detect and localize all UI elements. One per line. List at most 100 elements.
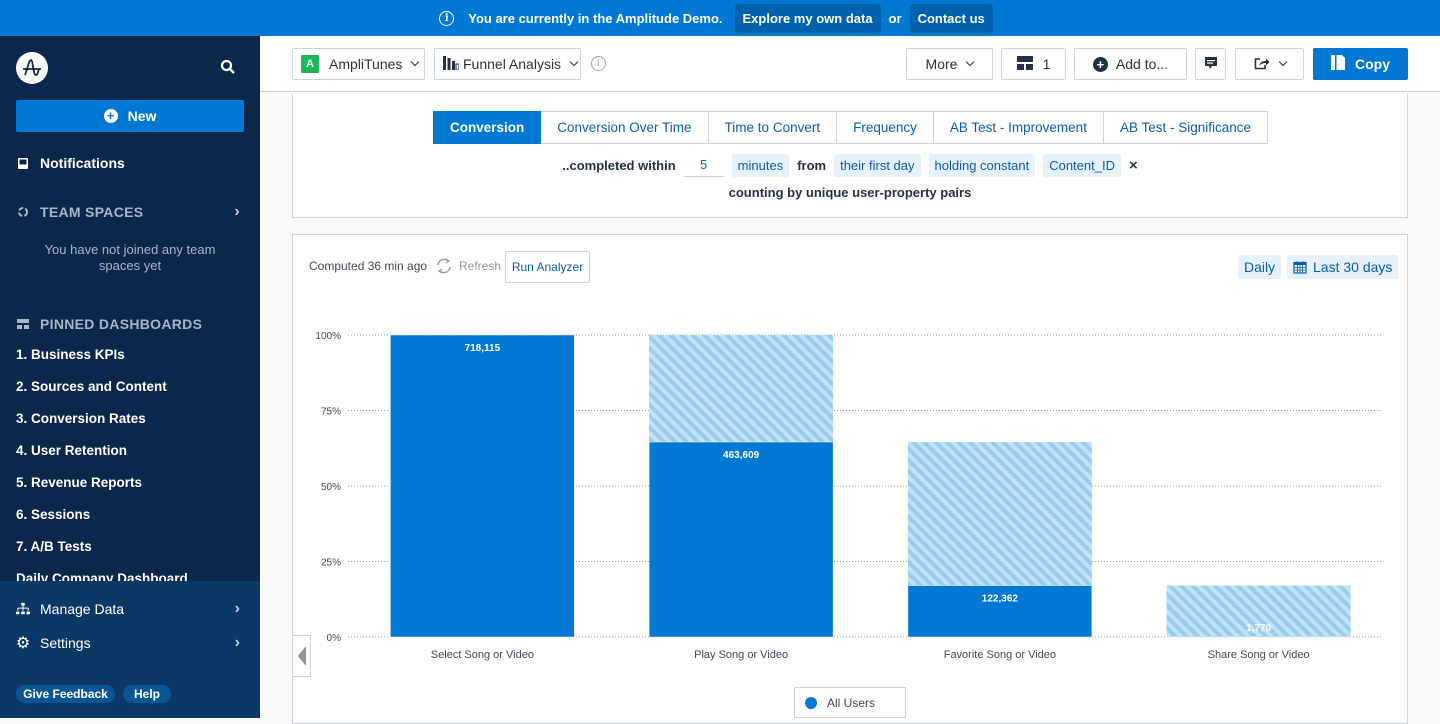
bar-value-label: 122,362 <box>982 594 1019 605</box>
chevron-down-icon <box>569 57 579 67</box>
team-spaces-note: You have not joined any team spaces yet <box>44 242 216 273</box>
pinned-dashboard-item[interactable]: 5. Revenue Reports <box>16 472 188 504</box>
pinned-dashboard-item[interactable]: 1. Business KPIs <box>16 344 188 376</box>
dashboard-count: 1 <box>1042 56 1051 72</box>
conversion-bar <box>1166 635 1351 638</box>
conversion-window-input[interactable]: 5 <box>683 153 724 177</box>
plus-icon: + <box>103 109 118 123</box>
comment-button[interactable] <box>1195 48 1226 80</box>
team-spaces-header[interactable]: TEAM SPACES › <box>16 203 244 220</box>
chevron-right-icon: › <box>234 634 240 651</box>
dropoff-bar <box>649 335 834 443</box>
share-button[interactable] <box>1235 48 1304 80</box>
project-badge: A <box>301 55 319 73</box>
dashboard-icon <box>1016 55 1033 73</box>
conversion-bar <box>648 441 834 638</box>
tab-ab-test-significance[interactable]: AB Test - Significance <box>1103 111 1269 144</box>
y-tick-label: 100% <box>315 331 341 342</box>
x-category-label: Select Song or Video <box>431 649 534 661</box>
remove-property-icon[interactable]: × <box>1129 157 1138 174</box>
run-analyzer-button[interactable]: Run Analyzer <box>505 251 590 283</box>
funnel-chart-icon <box>443 55 460 73</box>
sidebar-item-settings[interactable]: ⚙ Settings › <box>16 633 244 653</box>
team-spaces-icon <box>16 206 30 218</box>
copy-button[interactable]: Copy <box>1313 48 1408 80</box>
tab-ab-test-improvement[interactable]: AB Test - Improvement <box>933 111 1104 144</box>
help-button[interactable]: Help <box>123 685 171 703</box>
amplitude-logo[interactable] <box>16 52 48 84</box>
caret-left-icon <box>297 646 306 666</box>
funnel-chart: 0% 25% 50% 75% 100% 718,115 Select Song or Vid… <box>315 331 1383 661</box>
project-name: AmpliTunes <box>329 56 403 72</box>
refresh-button[interactable]: Refresh <box>435 257 501 275</box>
computed-time: Computed 36 min ago <box>309 259 428 273</box>
explore-own-data-button[interactable]: Explore my own data <box>734 3 881 33</box>
info-icon: i <box>439 10 455 26</box>
search-icon[interactable] <box>219 58 237 76</box>
new-button[interactable]: + New <box>16 100 244 132</box>
date-range-label: Last 30 days <box>1313 259 1393 275</box>
conversion-conditions: ..completed within 5 minutes from their … <box>0 153 1440 177</box>
x-category-label: Share Song or Video <box>1208 649 1310 661</box>
dropoff-bar <box>907 442 1092 586</box>
tab-conversion[interactable]: Conversion <box>433 111 542 144</box>
y-tick-label: 75% <box>321 407 341 418</box>
pinned-dashboard-item[interactable]: 4. User Retention <box>16 440 188 472</box>
chart-type-selector[interactable]: Funnel Analysis <box>434 48 581 80</box>
settings-label: Settings <box>40 635 91 651</box>
legend-label: All Users <box>827 695 876 710</box>
banner-message: You are currently in the Amplitude Demo. <box>468 10 723 26</box>
give-feedback-button[interactable]: Give Feedback <box>16 685 115 703</box>
chevron-down-icon <box>966 57 975 67</box>
pinned-dashboard-item[interactable]: 2. Sources and Content <box>16 376 188 408</box>
bar-value-label: 1,770 <box>1246 623 1271 634</box>
pinned-dashboards-list: 1. Business KPIs 2. Sources and Content … <box>16 344 188 600</box>
conversion-bar <box>390 334 575 638</box>
tab-time-to-convert[interactable]: Time to Convert <box>708 111 838 144</box>
collapse-panel-button[interactable] <box>292 635 311 677</box>
interval-dropdown[interactable]: Daily <box>1238 255 1282 279</box>
info-icon[interactable]: i <box>591 56 606 71</box>
from-dropdown[interactable]: their first day <box>834 153 921 177</box>
pinned-dashboard-item[interactable]: 7. A/B Tests <box>16 536 188 568</box>
bar-value-label: 463,609 <box>723 450 760 461</box>
more-button[interactable]: More <box>906 48 993 80</box>
more-label: More <box>925 56 958 72</box>
chart-legend[interactable]: All Users <box>794 687 906 718</box>
dashboards-button[interactable]: 1 <box>1001 48 1066 80</box>
chevron-down-icon <box>1278 57 1287 67</box>
pinned-dashboard-item[interactable]: 6. Sessions <box>16 504 188 536</box>
manage-data-label: Manage Data <box>40 601 125 617</box>
comment-icon <box>1204 56 1218 73</box>
completed-within-label: ..completed within <box>562 157 676 173</box>
project-selector[interactable]: A AmpliTunes <box>292 48 425 80</box>
chart-type-label: Funnel Analysis <box>463 56 562 72</box>
legend-swatch <box>805 696 817 709</box>
tab-conversion-over-time[interactable]: Conversion Over Time <box>541 111 709 144</box>
plus-circle-icon: + <box>1092 56 1108 72</box>
holding-property-dropdown[interactable]: Content_ID <box>1043 153 1121 177</box>
tab-frequency[interactable]: Frequency <box>837 111 934 144</box>
top-toolbar: A AmpliTunes Funnel Analysis i More 1 + … <box>260 36 1440 92</box>
pinned-dashboards-label: PINNED DASHBOARDS <box>40 316 203 332</box>
chevron-right-icon: › <box>234 203 240 220</box>
sidebar-item-manage-data[interactable]: Manage Data › <box>16 600 244 617</box>
demo-banner: i You are currently in the Amplitude Dem… <box>0 0 1440 36</box>
contact-us-button[interactable]: Contact us <box>909 3 993 33</box>
dashboard-icon <box>16 319 30 329</box>
add-to-button[interactable]: + Add to... <box>1074 48 1187 80</box>
sidebar-footer: Manage Data › ⚙ Settings › Give Feedback… <box>0 581 260 718</box>
copy-label: Copy <box>1355 56 1390 72</box>
pinned-dashboard-item[interactable]: 3. Conversion Rates <box>16 408 188 440</box>
new-button-label: New <box>127 108 157 124</box>
gear-icon: ⚙ <box>15 635 31 652</box>
window-unit-dropdown[interactable]: minutes <box>731 153 790 177</box>
y-tick-label: 0% <box>327 633 342 644</box>
date-range-picker[interactable]: Last 30 days <box>1287 255 1399 279</box>
share-icon <box>1254 56 1270 73</box>
banner-or-text: or <box>888 10 902 26</box>
copy-icon <box>1331 55 1345 73</box>
counting-method: counting by unique user-property pairs <box>728 185 972 200</box>
holding-constant-dropdown[interactable]: holding constant <box>928 153 1036 177</box>
analysis-tabs: Conversion Conversion Over Time Time to … <box>433 111 1269 144</box>
